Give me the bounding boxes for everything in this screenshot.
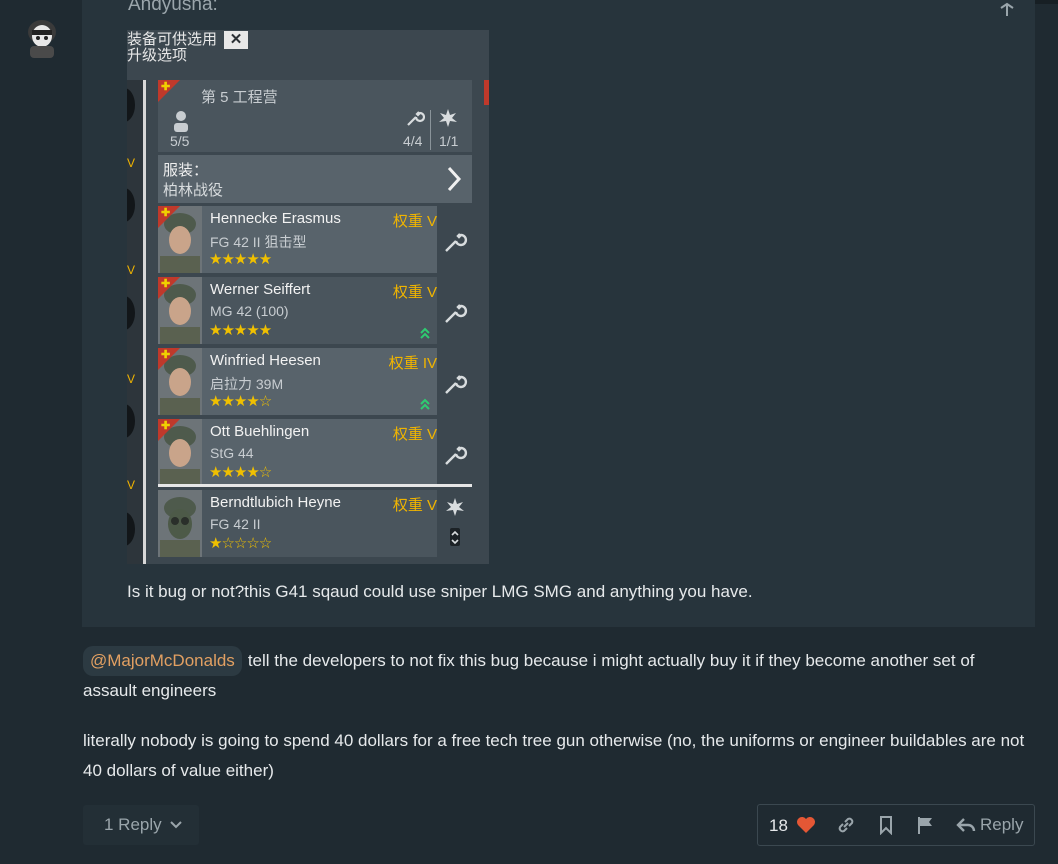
link-icon[interactable] (836, 815, 856, 835)
screenshot-header: 装备可供选用 升级选项 ✕ (127, 30, 489, 72)
slot-circle (127, 88, 135, 122)
upgrade-arrow-icon (420, 327, 430, 339)
soldier-weapon: StG 44 (210, 445, 254, 461)
expand-quote-icon[interactable] (997, 2, 1017, 18)
upgrade-arrow-icon (420, 398, 430, 410)
rank-mark: V (127, 478, 136, 492)
post-paragraph-1: @MajorMcDonalds tell the developers to no… (83, 646, 1033, 706)
soldier-row[interactable]: Berndtlubich Heyne FG 42 II ★☆☆☆☆ 权重 V (158, 490, 437, 557)
soldier-stars: ★★★★★ (209, 322, 272, 339)
rank-mark: V (127, 372, 136, 386)
squad-explosive-count: 1/1 (439, 133, 459, 149)
soldier-stars: ★☆☆☆☆ (209, 535, 272, 552)
soldier-stars: ★★★★★ (209, 251, 272, 268)
heart-icon[interactable] (796, 815, 816, 835)
header-line-1: 装备可供选用 (127, 31, 218, 48)
medic-cross-icon: ✚ (161, 207, 171, 219)
soldier-name: Werner Seiffert (210, 281, 311, 298)
wrench-icon[interactable] (441, 206, 469, 273)
game-screenshot[interactable]: 装备可供选用 升级选项 ✕ V V V V ✚ 第 5 工程营 5/5 4/4 … (127, 30, 489, 564)
soldier-name: Ott Buehlingen (210, 423, 310, 440)
soldier-rank: 权重 IV (388, 355, 437, 372)
slot-circle (127, 296, 135, 330)
squad-name: 第 5 工程营 (201, 89, 278, 106)
medic-cross-icon: ✚ (161, 81, 171, 93)
outfit-value: 柏林战役 (163, 182, 224, 199)
bookmark-icon[interactable] (876, 815, 896, 835)
person-icon (174, 111, 188, 132)
left-panel: V V V V (127, 80, 143, 564)
quote-author[interactable]: Andyusha: (128, 0, 218, 16)
outfit-label: 服装： (163, 162, 209, 179)
soldier-weapon: 启拉力 39M (210, 376, 284, 392)
show-replies-button[interactable]: 1 Reply (83, 805, 199, 845)
squad-member-count: 5/5 (170, 133, 190, 149)
post-actions: 18 Reply (757, 804, 1035, 846)
slot-circle (127, 188, 135, 222)
outfit-selector[interactable]: 服装： 柏林战役 (158, 155, 472, 203)
soldier-name: Hennecke Erasmus (210, 210, 341, 227)
soldier-rank: 权重 V (392, 284, 437, 301)
user-avatar[interactable] (24, 18, 60, 58)
rank-mark: V (127, 263, 136, 277)
soldier-rank: 权重 V (392, 213, 437, 230)
reserve-divider (158, 484, 472, 487)
wrench-icon (407, 111, 425, 126)
wrench-icon[interactable] (441, 419, 469, 486)
panel-separator (143, 80, 146, 564)
chevron-right-icon (447, 166, 462, 192)
medic-cross-icon: ✚ (161, 420, 171, 432)
soldier-name: Berndtlubich Heyne (210, 494, 341, 511)
wrench-icon[interactable] (441, 277, 469, 344)
slot-circle (127, 512, 135, 546)
soldier-rank: 权重 V (392, 426, 437, 443)
post-paragraph-2: literally nobody is going to spend 40 do… (83, 731, 1025, 780)
soldier-stars: ★★★★☆ (209, 464, 272, 481)
slot-circle (127, 404, 135, 438)
squad-tools-count: 4/4 (403, 133, 423, 149)
replies-label: 1 Reply (104, 815, 162, 834)
soldier-weapon: FG 42 II (210, 516, 261, 532)
soldier-weapon: MG 42 (100) (210, 303, 289, 319)
flag-icon[interactable] (916, 815, 936, 835)
soldier-row[interactable]: ✚ Hennecke Erasmus FG 42 II 狙击型 ★★★★★ 权重… (158, 206, 437, 273)
header-line-2: 升级选项 (127, 47, 188, 64)
explosion-icon (439, 109, 457, 127)
soldier-weapon: FG 42 II 狙击型 (210, 234, 307, 250)
soldier-row[interactable]: ✚ Winfried Heesen 启拉力 39M ★★★★☆ 权重 IV (158, 348, 437, 415)
rank-mark: V (127, 156, 136, 170)
soldier-name: Winfried Heesen (210, 352, 321, 369)
close-icon: ✕ (224, 31, 248, 49)
like-count[interactable]: 18 (769, 816, 788, 836)
medic-cross-icon: ✚ (161, 278, 171, 290)
chevron-down-icon (170, 821, 182, 829)
quote-text: Is it bug or not?this G41 sqaud could us… (127, 582, 753, 601)
reply-icon[interactable] (956, 815, 976, 835)
soldier-portrait (158, 490, 202, 557)
reply-button[interactable]: Reply (980, 815, 1023, 835)
squad-card: ✚ 第 5 工程营 5/5 4/4 1/1 (158, 80, 472, 152)
wrench-icon[interactable] (441, 348, 469, 415)
soldier-stars: ★★★★☆ (209, 393, 272, 410)
soldier-row[interactable]: ✚ Werner Seiffert MG 42 (100) ★★★★★ 权重 V (158, 277, 437, 344)
explosion-icon[interactable] (441, 490, 469, 557)
squad-divider (430, 110, 431, 150)
user-mention[interactable]: @MajorMcDonalds (83, 646, 242, 676)
soldier-rank: 权重 V (392, 497, 437, 514)
soldier-row[interactable]: ✚ Ott Buehlingen StG 44 ★★★★☆ 权重 V (158, 419, 437, 486)
right-edge-flag (484, 80, 489, 105)
medic-cross-icon: ✚ (161, 349, 171, 361)
